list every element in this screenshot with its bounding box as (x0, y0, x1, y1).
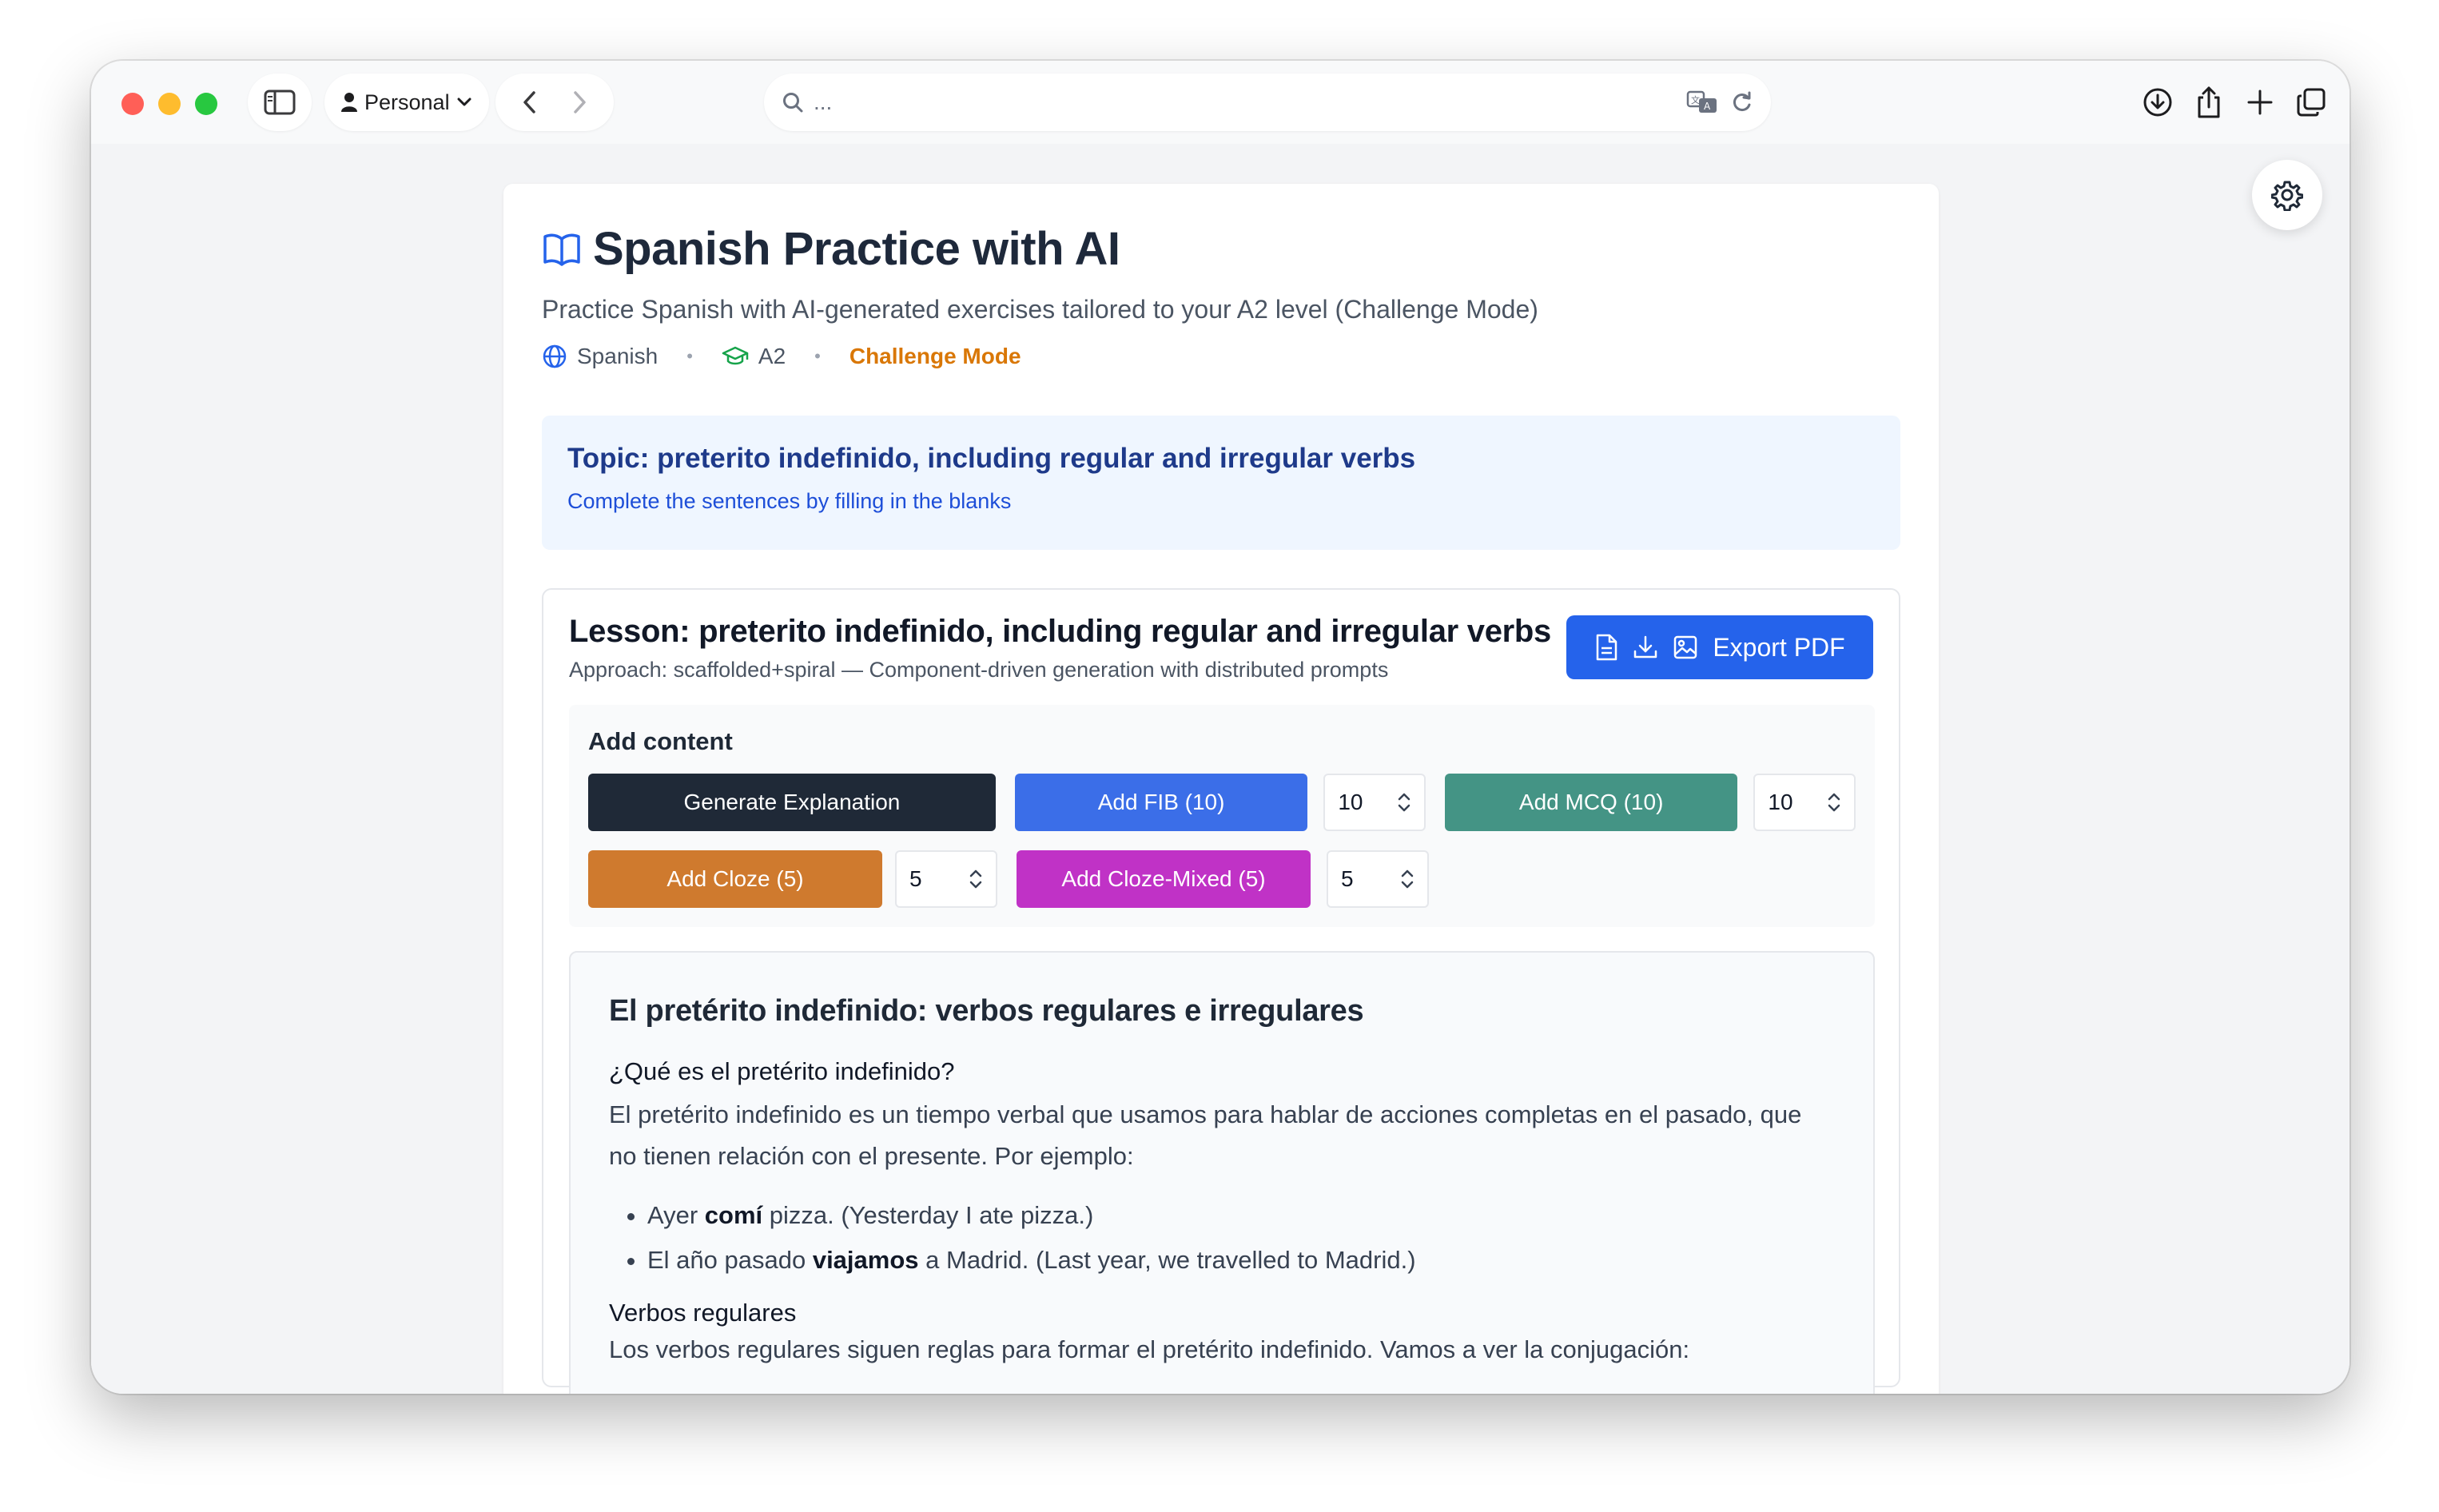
back-arrow-icon[interactable] (522, 90, 538, 115)
add-mcq-button[interactable]: Add MCQ (10) (1444, 774, 1738, 831)
example-verb: viajamos (812, 1246, 919, 1274)
page-viewport: Spanish Practice with AI Practice Spanis… (91, 144, 2349, 1394)
challenge-mode-label: Challenge Mode (849, 344, 1021, 368)
search-icon (782, 91, 804, 113)
chevron-down-icon (456, 97, 472, 108)
settings-button[interactable] (2252, 160, 2322, 230)
explanation-subheading: ¿Qué es el pretérito indefinido? (609, 1057, 955, 1085)
cloze-count-value: 5 (909, 866, 922, 891)
explanation-subheading: Verbos regulares (609, 1299, 797, 1327)
address-bar[interactable]: ... 文A (764, 74, 1771, 131)
new-tab-icon[interactable] (2244, 86, 2276, 118)
add-cloze-button[interactable]: Add Cloze (5) (588, 850, 882, 908)
profile-label: Personal (364, 90, 450, 114)
svg-text:文: 文 (1691, 94, 1700, 105)
fib-count-value: 10 (1338, 790, 1363, 814)
download-icon (1633, 635, 1658, 660)
translate-icon[interactable]: 文A (1686, 90, 1718, 114)
separator-dot: • (814, 346, 821, 366)
explanation-paragraph: El pretérito indefinido es un tiempo ver… (609, 1100, 1802, 1170)
share-icon[interactable] (2193, 85, 2225, 120)
language-badge: Spanish (542, 344, 658, 369)
page-subtitle: Practice Spanish with AI-generated exerc… (542, 295, 1538, 324)
toolbar-actions (2142, 74, 2327, 131)
sidebar-toggle-button[interactable] (248, 74, 312, 131)
cloze-mixed-count-value: 5 (1341, 866, 1354, 891)
add-content-panel: Add content Generate Explanation Add FIB… (569, 705, 1875, 927)
language-label: Spanish (577, 344, 658, 368)
browser-window: Personal ... 文A Spanish Practice with AI… (91, 61, 2349, 1394)
mcq-count-input[interactable]: 10 (1753, 774, 1856, 831)
add-cloze-mixed-button[interactable]: Add Cloze-Mixed (5) (1017, 850, 1311, 908)
graduation-cap-icon (722, 345, 749, 368)
download-icon[interactable] (2142, 86, 2174, 118)
stepper-icon[interactable] (1400, 868, 1414, 890)
example-text: Ayer (647, 1201, 705, 1229)
export-pdf-button[interactable]: Export PDF (1566, 615, 1873, 679)
example-text: a Madrid. (Last year, we travelled to Ma… (918, 1246, 1416, 1274)
list-item: Ayer comí pizza. (Yesterday I ate pizza.… (647, 1193, 1835, 1238)
add-content-row: Add Cloze (5) 5 Add Cloze-Mixed (5) 5 (588, 850, 1856, 908)
lesson-panel: Lesson: preterito indefinido, including … (542, 588, 1900, 1394)
level-badge: A2 (722, 344, 786, 369)
fib-count-input[interactable]: 10 (1323, 774, 1426, 831)
history-nav (495, 74, 614, 131)
example-text: El año pasado (647, 1246, 813, 1274)
minimize-window-button[interactable] (158, 93, 181, 115)
image-icon (1673, 635, 1698, 660)
person-icon (340, 92, 358, 113)
page-header: Spanish Practice with AI (542, 222, 1900, 276)
add-content-row: Generate Explanation Add FIB (10) 10 Add… (588, 774, 1856, 831)
page-title: Spanish Practice with AI (593, 223, 1120, 275)
topic-title: Topic: preterito indefinido, including r… (567, 443, 1416, 474)
cloze-count-input[interactable]: 5 (895, 850, 997, 908)
close-window-button[interactable] (121, 93, 144, 115)
stepper-icon[interactable] (969, 868, 983, 890)
svg-text:A: A (1704, 101, 1711, 112)
main-card: Spanish Practice with AI Practice Spanis… (503, 184, 1939, 1394)
example-list: Ayer comí pizza. (Yesterday I ate pizza.… (609, 1193, 1835, 1283)
document-icon (1594, 634, 1618, 661)
explanation-paragraph: Los verbos regulares siguen reglas para … (609, 1335, 1690, 1363)
stepper-icon[interactable] (1397, 791, 1411, 814)
explanation-heading: El pretérito indefinido: verbos regulare… (609, 994, 1364, 1028)
generate-explanation-button[interactable]: Generate Explanation (588, 774, 996, 831)
example-text: pizza. (Yesterday I ate pizza.) (762, 1201, 1094, 1229)
add-content-title: Add content (588, 727, 733, 755)
export-pdf-label: Export PDF (1713, 632, 1845, 662)
cloze-mixed-count-input[interactable]: 5 (1327, 850, 1429, 908)
mcq-count-value: 10 (1768, 790, 1793, 814)
explanation-panel: El pretérito indefinido: verbos regulare… (569, 951, 1875, 1394)
list-item: El año pasado viajamos a Madrid. (Last y… (647, 1238, 1835, 1283)
example-verb: comí (704, 1201, 763, 1229)
tab-overview-icon[interactable] (2295, 86, 2327, 118)
level-label: A2 (758, 344, 786, 368)
zoom-window-button[interactable] (195, 93, 217, 115)
add-fib-button[interactable]: Add FIB (10) (1014, 774, 1308, 831)
forward-arrow-icon[interactable] (571, 90, 587, 115)
separator-dot: • (686, 346, 693, 366)
globe-icon (542, 344, 567, 369)
browser-toolbar: Personal ... 文A (91, 61, 2349, 144)
profile-button[interactable]: Personal (324, 74, 489, 131)
meta-row: Spanish • A2 • Challenge Mode (542, 344, 1900, 369)
address-text: ... (814, 90, 833, 114)
topic-instruction: Complete the sentences by filling in the… (567, 489, 1012, 513)
stepper-icon[interactable] (1827, 791, 1841, 814)
gear-icon (2271, 179, 2303, 211)
sidebar-icon (264, 90, 296, 115)
topic-banner: Topic: preterito indefinido, including r… (542, 416, 1900, 550)
reload-icon[interactable] (1731, 91, 1753, 113)
book-open-icon (542, 232, 582, 267)
